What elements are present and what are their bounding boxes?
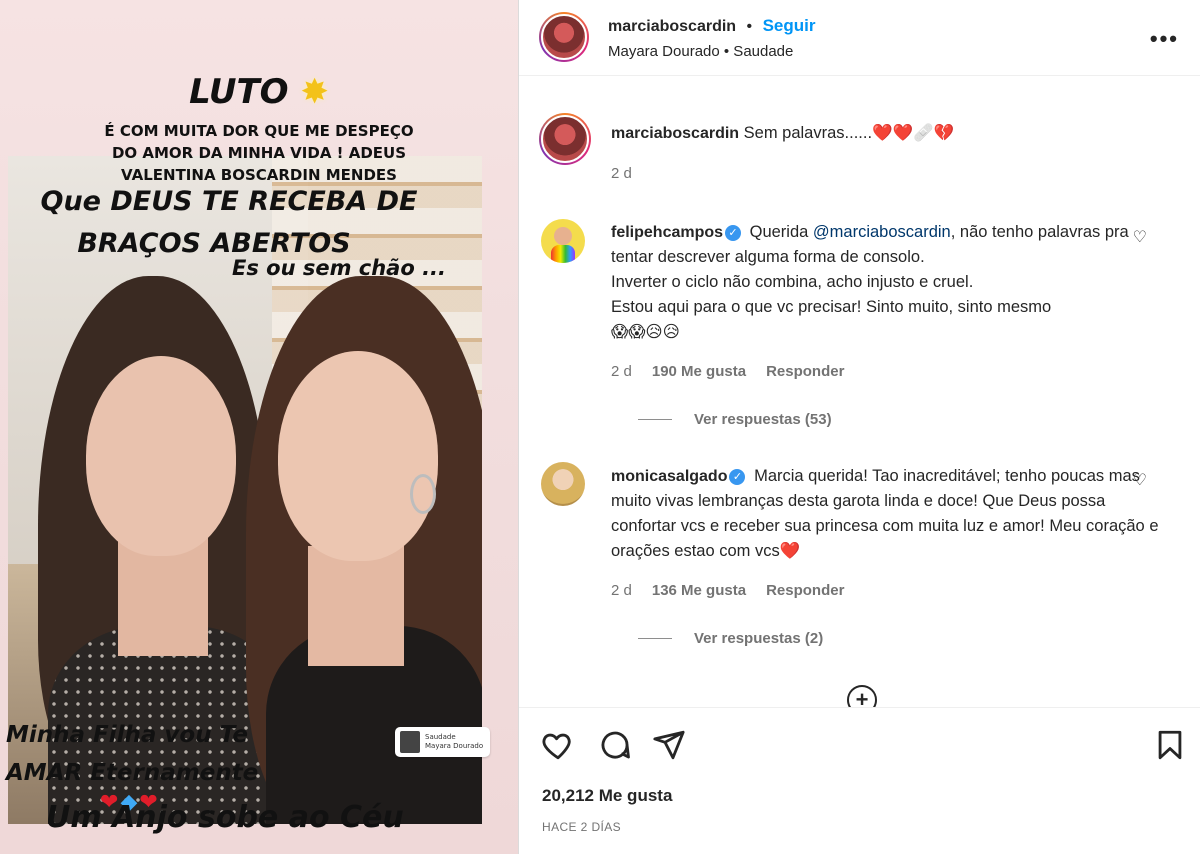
caption-time: 2 d (611, 165, 632, 182)
author-username[interactable]: marciaboscardin (608, 18, 736, 35)
comment-likes[interactable]: 190 Me gusta (652, 363, 746, 380)
music-sticker[interactable]: Saudade Mayara Dourado (395, 727, 490, 757)
comment-mention[interactable]: @marciaboscardin (813, 223, 951, 241)
author-avatar[interactable] (539, 12, 589, 62)
post-panel: marciaboscardin • Seguir Mayara Dourado … (518, 0, 1200, 854)
post-media[interactable]: LUTO ✸ É COM MUITA DOR QUE ME DESPEÇO DO… (0, 0, 518, 854)
comment-item: felipehcampos ✓ Querida @marciaboscardin,… (541, 217, 1161, 437)
story-deus-text: Que DEUS TE RECEBA DE (40, 186, 418, 217)
story-bracos-text: BRAÇOS ABERTOS (77, 228, 351, 259)
comment-likes[interactable]: 136 Me gusta (652, 582, 746, 599)
verified-icon: ✓ (725, 225, 742, 241)
story-anjo-text: Um Anjo sobe ao Céu (46, 800, 404, 835)
comment-item: monicasalgado ✓ Marcia querida! Tao inacr… (541, 460, 1161, 680)
verified-icon: ✓ (729, 469, 746, 485)
post-date: HACE 2 DÍAS (542, 820, 622, 834)
comment-avatar[interactable] (541, 462, 585, 506)
heart-icon[interactable]: ♡ (1133, 227, 1147, 247)
comment-icon[interactable] (598, 728, 632, 762)
header-separator: • (746, 18, 753, 35)
story-sem-chao-text: Es ou sem chão ... (231, 256, 447, 280)
comments-list[interactable]: marciaboscardin Sem palavras......❤️❤️🩹💔… (519, 77, 1200, 707)
view-replies-button[interactable]: Ver respuestas (2) (638, 630, 823, 647)
comment-username[interactable]: felipehcampos (611, 224, 723, 241)
story-luto-text: LUTO ✸ (189, 72, 329, 112)
share-icon[interactable] (652, 728, 686, 762)
comment-line3: Estou aqui para o que vc precisar! Sinto… (611, 298, 1052, 316)
heart-icon[interactable]: ♡ (1133, 470, 1147, 490)
comment-time: 2 d (611, 363, 632, 380)
comment-avatar[interactable] (541, 219, 585, 263)
comment-text-before: Querida (749, 223, 809, 241)
story-filha-text: Minha Filha vou Te AMAR Eternamente (6, 722, 259, 786)
comment-time: 2 d (611, 582, 632, 599)
likes-count[interactable]: 20,212 Me gusta (542, 786, 672, 806)
add-comment-icon[interactable]: + (847, 685, 877, 707)
follow-button[interactable]: Seguir (763, 16, 816, 35)
comment-line2: Inverter o ciclo não combina, acho injus… (611, 273, 974, 291)
post-header: marciaboscardin • Seguir Mayara Dourado … (519, 0, 1200, 76)
music-sticker-title: Saudade (425, 733, 456, 741)
view-replies-button[interactable]: Ver respuestas (53) (638, 411, 832, 428)
action-bar (519, 707, 1200, 854)
caption-emojis: ❤️❤️🩹💔 (872, 124, 955, 142)
comment-emojis: 😱😱😥😥 (611, 323, 680, 341)
audio-link[interactable]: Mayara Dourado • Saudade (608, 43, 793, 60)
star-icon: ✸ (300, 72, 329, 112)
caption-username[interactable]: marciaboscardin (611, 125, 739, 142)
more-icon[interactable]: ••• (1150, 26, 1179, 52)
caption-text: Sem palavras...... (743, 124, 873, 142)
reply-button[interactable]: Responder (766, 582, 844, 599)
comment-emoji: ❤️ (779, 542, 801, 560)
bookmark-icon[interactable] (1153, 728, 1187, 762)
heart-icon[interactable] (541, 728, 575, 762)
reply-button[interactable]: Responder (766, 363, 844, 380)
comment-username[interactable]: monicasalgado (611, 468, 727, 485)
story-message: É COM MUITA DOR QUE ME DESPEÇO DO AMOR D… (104, 122, 414, 184)
music-sticker-artist: Mayara Dourado (425, 742, 484, 750)
caption: marciaboscardin Sem palavras......❤️❤️🩹💔… (539, 113, 1161, 223)
music-thumbnail (400, 731, 420, 753)
caption-avatar[interactable] (539, 113, 591, 165)
